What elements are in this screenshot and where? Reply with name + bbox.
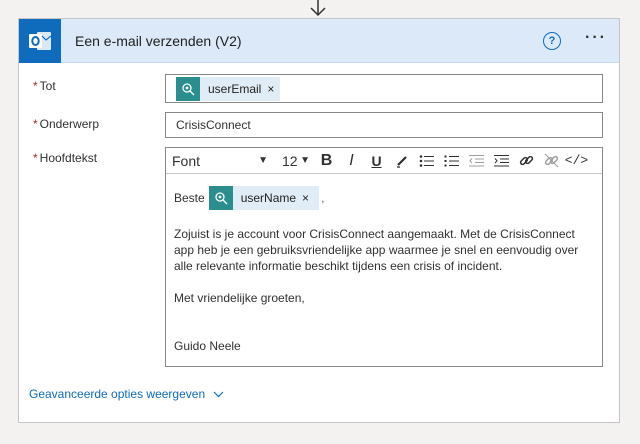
font-family-select[interactable]: Font ▼ (172, 153, 276, 169)
link-icon[interactable] (514, 150, 539, 172)
rich-text-toolbar: Font ▼ 12 ▼ B I U </> (166, 148, 602, 174)
required-marker: * (33, 79, 38, 93)
increase-indent-icon[interactable] (489, 150, 514, 172)
remove-token-icon[interactable]: × (302, 190, 319, 206)
font-family-value: Font (172, 152, 201, 169)
body-comma: , (321, 191, 325, 205)
advanced-options-label: Geavanceerde opties weergeven (29, 387, 206, 401)
code-view-icon[interactable]: </> (564, 150, 589, 172)
chevron-down-icon (213, 391, 224, 397)
required-marker: * (33, 151, 38, 165)
required-marker: * (33, 117, 38, 131)
action-card: Een e-mail verzenden (V2) ? ··· * Tot use… (18, 18, 620, 423)
token-label: userEmail (208, 82, 262, 96)
to-field[interactable]: userEmail × (165, 74, 603, 103)
action-header[interactable]: Een e-mail verzenden (V2) ? ··· (19, 18, 619, 63)
underline-icon[interactable]: U (364, 150, 389, 172)
subject-label-text: Onderwerp (39, 117, 100, 131)
numbered-list-icon[interactable] (439, 150, 464, 172)
help-button[interactable]: ? (543, 32, 561, 50)
to-label-text: Tot (39, 79, 56, 93)
body-content[interactable]: Beste userName × , Zojuist is je account… (166, 174, 602, 354)
token-label: userName (240, 191, 297, 205)
body-paragraph: Zojuist is je account voor CrisisConnect… (174, 227, 579, 273)
flow-arrow-down-icon (310, 0, 326, 17)
chevron-down-icon: ▼ (300, 155, 310, 166)
dynamic-content-icon (208, 186, 233, 210)
body-label-text: Hoofdtekst (39, 151, 98, 165)
outlook-icon (19, 18, 61, 63)
body-greeting: Beste (174, 191, 205, 205)
show-advanced-options-link[interactable]: Geavanceerde opties weergeven (29, 387, 224, 401)
subject-label: * Onderwerp (33, 117, 99, 131)
font-size-select[interactable]: 12 ▼ (276, 153, 314, 169)
dynamic-content-icon (176, 77, 200, 101)
unlink-icon[interactable] (539, 150, 564, 172)
user-name-token[interactable]: userName × (208, 186, 320, 210)
body-editor[interactable]: Font ▼ 12 ▼ B I U </> Beste userName × ,… (165, 147, 603, 367)
to-label: * Tot (33, 79, 56, 93)
body-signature: Guido Neele (174, 339, 241, 353)
chevron-down-icon: ▼ (258, 155, 268, 166)
decrease-indent-icon[interactable] (464, 150, 489, 172)
more-options-button[interactable]: ··· (585, 29, 607, 47)
action-title: Een e-mail verzenden (V2) (75, 32, 242, 49)
highlight-icon[interactable] (389, 150, 414, 172)
remove-token-icon[interactable]: × (267, 82, 280, 96)
font-size-value: 12 (282, 152, 298, 169)
body-closing: Met vriendelijke groeten, (174, 291, 305, 305)
bold-icon[interactable]: B (314, 150, 339, 172)
bulleted-list-icon[interactable] (414, 150, 439, 172)
user-email-token[interactable]: userEmail × (176, 77, 281, 101)
italic-icon[interactable]: I (339, 150, 364, 172)
body-label: * Hoofdtekst (33, 151, 97, 165)
subject-input[interactable]: CrisisConnect (165, 112, 603, 138)
